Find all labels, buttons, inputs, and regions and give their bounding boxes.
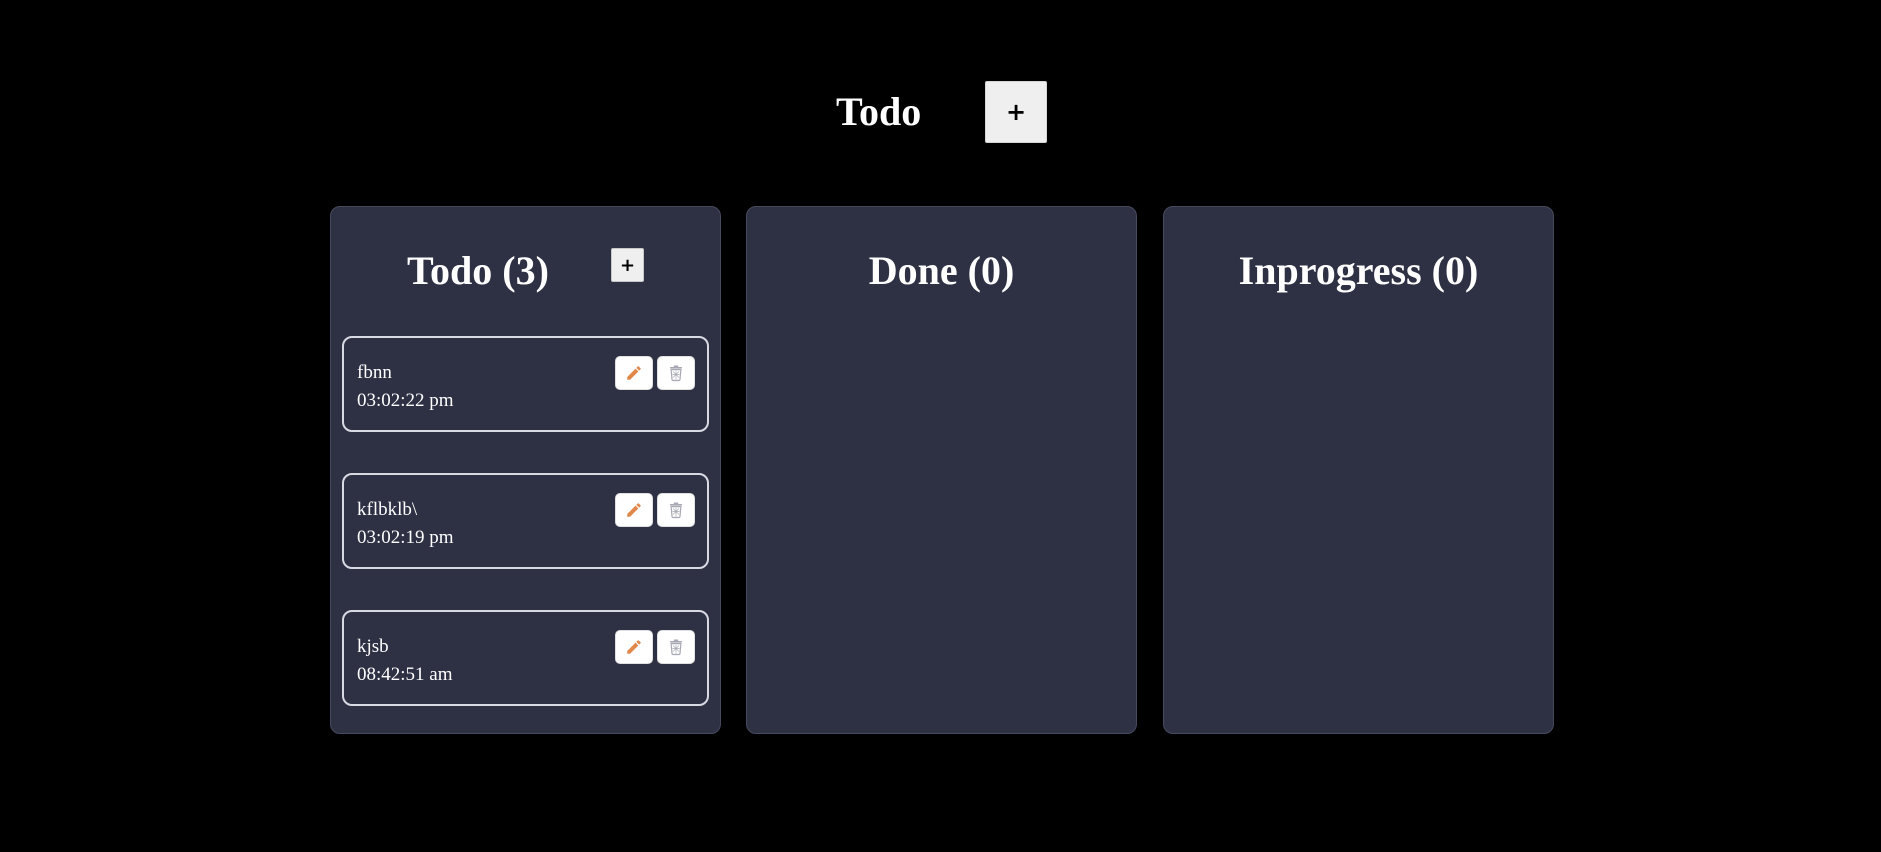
task-card[interactable]: kflbklb\ 03:02:19 pm bbox=[342, 473, 709, 569]
task-time: 03:02:19 pm bbox=[357, 527, 454, 548]
app-title: Todo bbox=[836, 89, 922, 134]
task-card[interactable]: fbnn 03:02:22 pm bbox=[342, 336, 709, 432]
task-time: 08:42:51 am bbox=[357, 664, 453, 685]
todo-board-page: Todo + Todo (3) + fbnn 03:02:22 pm kflbk… bbox=[0, 0, 1881, 852]
column-title: Todo (3) bbox=[407, 248, 549, 293]
delete-task-button[interactable] bbox=[657, 356, 695, 390]
column-inprogress: Inprogress (0) bbox=[1163, 206, 1554, 734]
add-column-button[interactable]: + bbox=[985, 81, 1047, 143]
pencil-icon bbox=[627, 640, 641, 654]
column-title: Inprogress (0) bbox=[1238, 248, 1479, 293]
pencil-icon bbox=[627, 503, 641, 517]
pencil-icon bbox=[627, 366, 641, 380]
edit-task-button[interactable] bbox=[615, 356, 653, 390]
task-name: kflbklb\ bbox=[357, 499, 418, 520]
trash-icon bbox=[670, 639, 682, 656]
task-card[interactable]: kjsb 08:42:51 am bbox=[342, 610, 709, 706]
trash-icon bbox=[670, 502, 682, 519]
column-done: Done (0) bbox=[746, 206, 1137, 734]
column-todo: Todo (3) + fbnn 03:02:22 pm kflbklb\ 03:… bbox=[330, 206, 721, 734]
trash-icon bbox=[670, 365, 682, 382]
task-name: kjsb bbox=[357, 636, 389, 657]
edit-task-button[interactable] bbox=[615, 493, 653, 527]
delete-task-button[interactable] bbox=[657, 493, 695, 527]
app-header: Todo + bbox=[0, 0, 1881, 170]
task-time: 03:02:22 pm bbox=[357, 390, 454, 411]
column-title: Done (0) bbox=[868, 248, 1015, 293]
add-task-button[interactable]: + bbox=[611, 248, 644, 282]
edit-task-button[interactable] bbox=[615, 630, 653, 664]
task-name: fbnn bbox=[357, 362, 392, 383]
delete-task-button[interactable] bbox=[657, 630, 695, 664]
